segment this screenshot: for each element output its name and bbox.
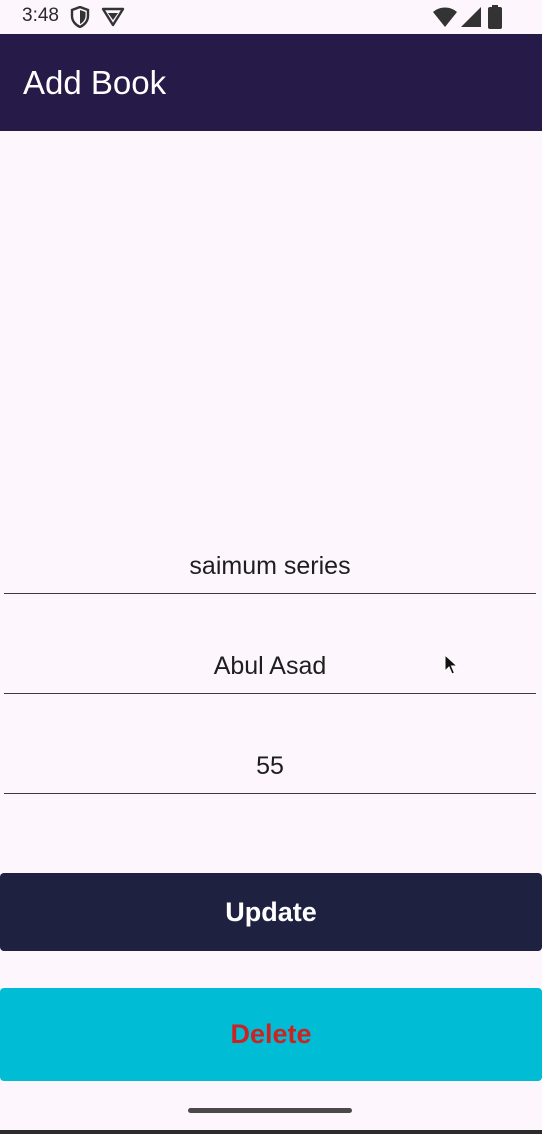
vpn-icon [101, 7, 125, 27]
status-bar: 3:48 [0, 0, 542, 34]
pages-value: 55 [256, 752, 284, 780]
page-title: Add Book [23, 64, 167, 101]
navigation-handle[interactable] [188, 1108, 352, 1113]
shield-icon [70, 6, 90, 28]
battery-icon [488, 5, 502, 29]
mouse-cursor-icon [444, 654, 458, 675]
bottom-edge [0, 1130, 542, 1134]
wifi-icon [433, 7, 457, 27]
signal-icon [461, 7, 481, 27]
pages-field[interactable]: 55 [4, 737, 536, 794]
delete-button[interactable]: Delete [0, 988, 542, 1081]
book-name-field[interactable]: saimum series [4, 537, 536, 594]
add-book-screen: 3:48 Add Book saimum series Abul Asad 55 [0, 0, 542, 1134]
book-name-value: saimum series [189, 552, 351, 580]
status-time: 3:48 [22, 5, 59, 26]
app-bar: Add Book [0, 34, 542, 131]
update-button[interactable]: Update [0, 873, 542, 951]
